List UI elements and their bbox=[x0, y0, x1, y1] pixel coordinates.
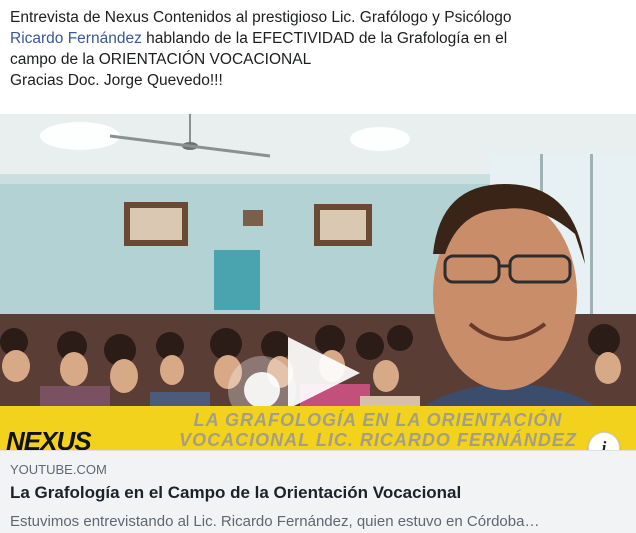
banner-text: LA GRAFOLOGÍA EN LA ORIENTACIÓN VOCACION… bbox=[148, 410, 608, 450]
link-domain: YOUTUBE.COM bbox=[10, 462, 107, 477]
link-preview-card[interactable]: YOUTUBE.COM La Grafología en el Campo de… bbox=[0, 450, 636, 533]
post-text: Entrevista de Nexus Contenidos al presti… bbox=[10, 7, 630, 91]
post-text-line-3: campo de la ORIENTACIÓN VOCACIONAL bbox=[10, 51, 312, 68]
banner-text-line-2: VOCACIONAL LIC. RICARDO FERNÁNDEZ bbox=[179, 430, 577, 450]
link-title[interactable]: La Grafología en el Campo de la Orientac… bbox=[10, 483, 461, 503]
video-thumbnail[interactable] bbox=[0, 114, 636, 450]
play-icon[interactable] bbox=[284, 333, 364, 413]
mention-link[interactable]: Ricardo Fernández bbox=[10, 30, 142, 47]
banner-text-line-1: LA GRAFOLOGÍA EN LA ORIENTACIÓN bbox=[193, 410, 563, 430]
link-description: Estuvimos entrevistando al Lic. Ricardo … bbox=[10, 513, 540, 530]
post-text-line-1: Entrevista de Nexus Contenidos al presti… bbox=[10, 9, 512, 26]
post-text-line-2-rest: hablando de la EFECTIVIDAD de la Grafolo… bbox=[141, 30, 508, 47]
post-text-line-2: Ricardo Fernández hablando de la EFECTIV… bbox=[10, 28, 630, 49]
post-text-line-4: Gracias Doc. Jorge Quevedo!!! bbox=[10, 72, 223, 89]
